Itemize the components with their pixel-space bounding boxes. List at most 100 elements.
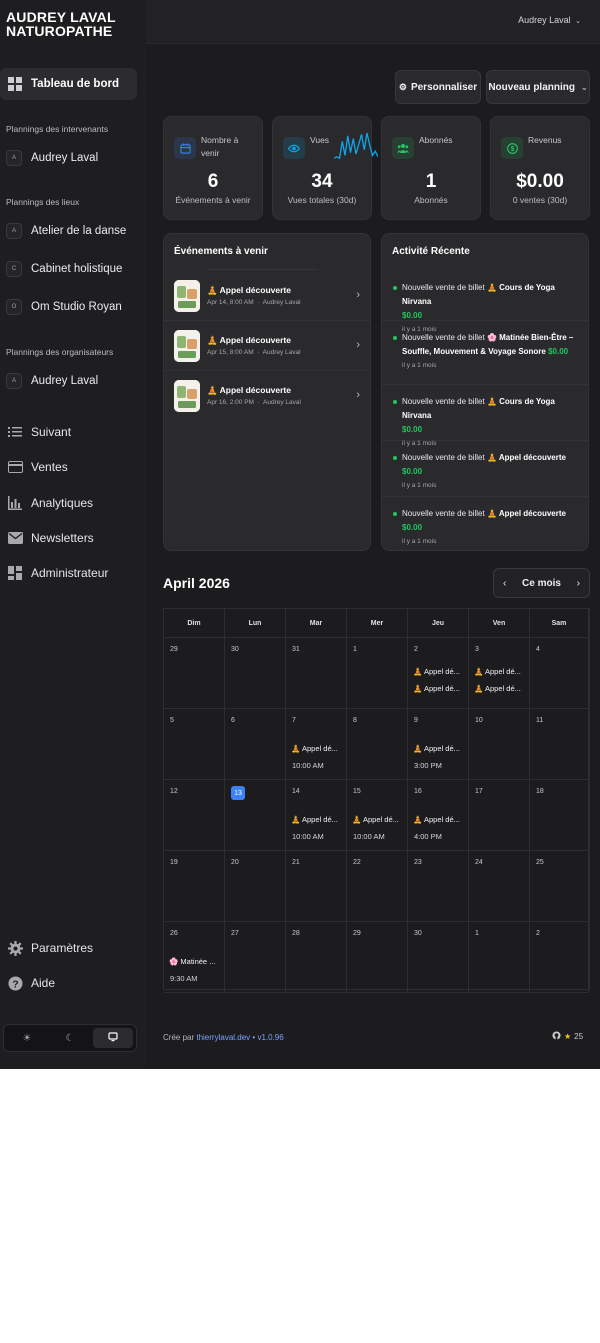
calendar-event[interactable]: 🧘 Appel dé... (413, 684, 460, 693)
calendar-event[interactable]: 🌸 Matinée ... (169, 957, 215, 966)
calendar-day-cell[interactable]: 28 (286, 922, 347, 993)
calendar-day-cell[interactable]: 1 (347, 638, 408, 709)
prev-month-button[interactable]: ‹ (503, 578, 506, 589)
stat-subtitle: Événements à venir (175, 195, 251, 205)
stat-card-upcoming[interactable]: Nombre à venir 6 Événements à venir (163, 116, 263, 220)
current-month-button[interactable]: Ce mois (522, 578, 561, 589)
activity-item[interactable]: Nouvelle vente de billet 🧘 Cours de Yoga… (382, 271, 588, 333)
github-stars-link[interactable]: ★ 25 (552, 1031, 583, 1042)
sidebar-item-lieu[interactable]: O Om Studio Royan (0, 295, 140, 319)
sidebar-item-lieu[interactable]: C Cabinet holistique (0, 257, 140, 281)
stat-card-revenue[interactable]: $ Revenus $0.00 0 ventes (30d) (490, 116, 590, 220)
calendar-day-cell[interactable]: 2 (530, 922, 589, 993)
activity-item[interactable]: Nouvelle vente de billet 🧘 Appel découve… (382, 497, 588, 550)
calendar-event[interactable]: 🧘 Appel dé... (413, 744, 460, 753)
calendar-day-cell[interactable]: 9 🧘 Appel dé... 3:00 PM (408, 709, 469, 780)
weekday-header: Jeu (408, 609, 469, 638)
event-row[interactable]: 🧘 Appel découverte Apr 14, 8:00 AM · Aud… (164, 271, 370, 321)
sidebar-item-lieu[interactable]: A Atelier de la danse (0, 219, 140, 243)
sidebar-item-parametres[interactable]: Paramètres (0, 935, 140, 961)
calendar-day-cell[interactable]: 13 (225, 780, 286, 851)
calendar-day-cell[interactable]: 25 (530, 851, 589, 922)
calendar-event[interactable]: 🧘 Appel dé... (413, 667, 460, 676)
calendar-day-cell[interactable]: 3 🧘 Appel dé... 🧘 Appel dé... (469, 638, 530, 709)
calendar-event-time: 9:30 AM (170, 974, 198, 983)
theme-light-button[interactable]: ☀ (7, 1028, 47, 1048)
calendar-event[interactable]: 🧘 Appel dé... (291, 815, 338, 824)
calendar-day-cell[interactable]: 10 (469, 709, 530, 780)
sidebar-item-ventes[interactable]: Ventes (0, 454, 140, 480)
calendar-day-cell[interactable]: 18 (530, 780, 589, 851)
calendar-day-cell[interactable]: 31 (286, 638, 347, 709)
sidebar-item-suivant[interactable]: Suivant (0, 419, 140, 445)
calendar-event[interactable]: 🧘 Appel dé... (291, 744, 338, 753)
calendar-day-number: 9 (414, 717, 418, 724)
stat-card-subscribers[interactable]: Abonnés 1 Abonnés (381, 116, 481, 220)
calendar-day-cell[interactable]: 8 (347, 709, 408, 780)
activity-item[interactable]: Nouvelle vente de billet 🧘 Cours de Yoga… (382, 385, 588, 447)
footer-version[interactable]: v1.0.96 (257, 1033, 283, 1042)
sidebar-item-organisateur[interactable]: A Audrey Laval (0, 369, 140, 393)
calendar-day-cell[interactable]: 11 (530, 709, 589, 780)
calendar-day-cell[interactable]: 27 (225, 922, 286, 993)
sidebar-item-aide[interactable]: ? Aide (0, 970, 140, 996)
stat-label: Revenus (528, 135, 562, 145)
theme-dark-button[interactable]: ☾ (50, 1028, 90, 1048)
user-name: Audrey Laval (518, 15, 571, 25)
calendar-event[interactable]: 🧘 Appel dé... (474, 667, 521, 676)
calendar-day-cell[interactable]: 26 🌸 Matinée ... 9:30 AM (164, 922, 225, 993)
sidebar-item-administrateur[interactable]: Administrateur (0, 560, 140, 586)
user-menu[interactable]: Audrey Laval ⌄ (518, 15, 581, 25)
calendar-day-number: 30 (414, 930, 422, 937)
calendar-day-cell[interactable]: 1 (469, 922, 530, 993)
calendar-day-cell[interactable]: 2 🧘 Appel dé... 🧘 Appel dé... (408, 638, 469, 709)
calendar-day-cell[interactable]: 24 (469, 851, 530, 922)
avatar: A (6, 150, 22, 166)
calendar-day-cell[interactable]: 15 🧘 Appel dé... 10:00 AM (347, 780, 408, 851)
svg-text:?: ? (12, 979, 18, 990)
calendar-day-cell[interactable]: 14 🧘 Appel dé... 10:00 AM (286, 780, 347, 851)
customize-button[interactable]: ⚙ Personnaliser (395, 70, 481, 104)
footer-prefix: Crée par (163, 1033, 195, 1042)
calendar-day-cell[interactable]: 5 (164, 709, 225, 780)
event-row[interactable]: 🧘 Appel découverte Apr 16, 2:00 PM · Aud… (164, 371, 370, 421)
calendar-day-number: 25 (536, 859, 544, 866)
activity-item[interactable]: Nouvelle vente de billet 🌸 Matinée Bien-… (382, 321, 588, 385)
sidebar-item-dashboard[interactable]: Tableau de bord (0, 68, 137, 100)
calendar-event[interactable]: 🧘 Appel dé... (352, 815, 399, 824)
calendar-day-cell[interactable]: 23 (408, 851, 469, 922)
sidebar-item-analytiques[interactable]: Analytiques (0, 490, 140, 516)
next-month-button[interactable]: › (577, 578, 580, 589)
sidebar-item-newsletters[interactable]: Newsletters (0, 525, 140, 551)
stat-card-views[interactable]: Vues 34 Vues totales (30d) (272, 116, 378, 220)
sidebar-item-intervenant[interactable]: A Audrey Laval (0, 146, 140, 170)
calendar-day-cell[interactable]: 12 (164, 780, 225, 851)
activity-event: 🧘 Appel découverte (486, 453, 566, 462)
footer-link[interactable]: thierrylaval.dev (196, 1033, 250, 1042)
event-row[interactable]: 🧘 Appel découverte Apr 15, 8:00 AM · Aud… (164, 321, 370, 371)
help-icon: ? (7, 975, 23, 991)
calendar-day-cell[interactable]: 4 (530, 638, 589, 709)
theme-system-button[interactable] (93, 1028, 133, 1048)
gear-icon (7, 940, 23, 956)
calendar-day-cell[interactable]: 17 (469, 780, 530, 851)
calendar-day-cell[interactable]: 6 (225, 709, 286, 780)
calendar-day-cell[interactable]: 21 (286, 851, 347, 922)
new-planning-button[interactable]: Nouveau planning ⌄ (486, 70, 590, 104)
calendar-day-cell[interactable]: 22 (347, 851, 408, 922)
calendar-day-cell[interactable]: 20 (225, 851, 286, 922)
activity-item[interactable]: Nouvelle vente de billet 🧘 Appel découve… (382, 441, 588, 497)
calendar-event[interactable]: 🧘 Appel dé... (413, 815, 460, 824)
calendar-day-cell[interactable]: 30 (225, 638, 286, 709)
brand-logo[interactable]: AUDREY LAVAL NATUROPATHE (6, 10, 116, 38)
star-count: 25 (574, 1032, 584, 1041)
calendar-day-cell[interactable]: 7 🧘 Appel dé... 10:00 AM (286, 709, 347, 780)
calendar-day-cell[interactable]: 29 (164, 638, 225, 709)
calendar-day-cell[interactable]: 29 (347, 922, 408, 993)
calendar-day-cell[interactable]: 30 (408, 922, 469, 993)
footer: Crée par thierrylaval.dev • v1.0.96 (163, 1033, 284, 1042)
calendar-day-cell[interactable]: 16 🧘 Appel dé... 4:00 PM (408, 780, 469, 851)
calendar-day-cell[interactable]: 19 (164, 851, 225, 922)
calendar-navigation: ‹ Ce mois › (493, 568, 590, 598)
calendar-event[interactable]: 🧘 Appel dé... (474, 684, 521, 693)
